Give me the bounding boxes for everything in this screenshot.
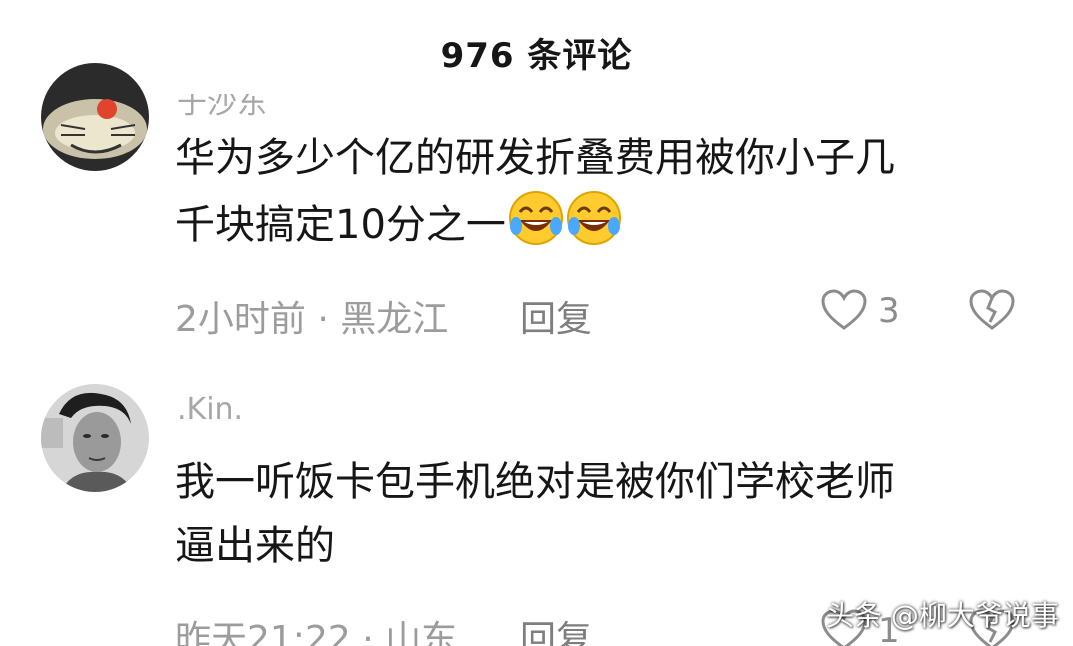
reply-button[interactable]: 回复	[520, 610, 592, 646]
comment-text-line: 我一听饭卡包手机绝对是被你们学校老师	[175, 459, 895, 505]
comment-time: 2小时前	[175, 299, 306, 340]
broken-heart-icon[interactable]	[968, 288, 1016, 332]
avatar[interactable]	[41, 384, 149, 492]
comment-text: 华为多少个亿的研发折叠费用被你小子几 千块搞定10分之一	[175, 126, 1015, 265]
watermark: 头条 @柳大爷说事	[826, 599, 1059, 632]
comment-meta: 昨天21:22 · 山东	[175, 610, 457, 646]
comment-text: 我一听饭卡包手机绝对是被你们学校老师 逼出来的	[175, 450, 1015, 578]
meta-separator: ·	[362, 619, 374, 646]
like-count: 3	[878, 291, 900, 331]
reply-button[interactable]: 回复	[520, 290, 592, 342]
comment-location: 山东	[385, 619, 458, 646]
comments-count-title: 976 条评论	[440, 36, 633, 76]
username[interactable]: .Kin.	[177, 392, 243, 427]
comment-location: 黑龙江	[340, 299, 449, 340]
laughing-crying-emoji-icon	[566, 190, 622, 265]
comment-text-line: 华为多少个亿的研发折叠费用被你小子几	[175, 135, 895, 181]
comment-time: 昨天21:22	[175, 619, 351, 646]
comment-meta: 2小时前 · 黑龙江	[175, 290, 448, 342]
laughing-crying-emoji-icon	[508, 190, 564, 265]
comment-text-line: 千块搞定10分之一	[175, 190, 1015, 265]
meta-separator: ·	[317, 299, 329, 340]
avatar[interactable]	[41, 63, 149, 171]
username[interactable]: 于沙东	[177, 94, 267, 122]
comment-text-segment: 千块搞定10分之一	[175, 202, 506, 248]
heart-outline-icon[interactable]	[820, 288, 868, 332]
comment-text-line: 逼出来的	[175, 523, 335, 569]
